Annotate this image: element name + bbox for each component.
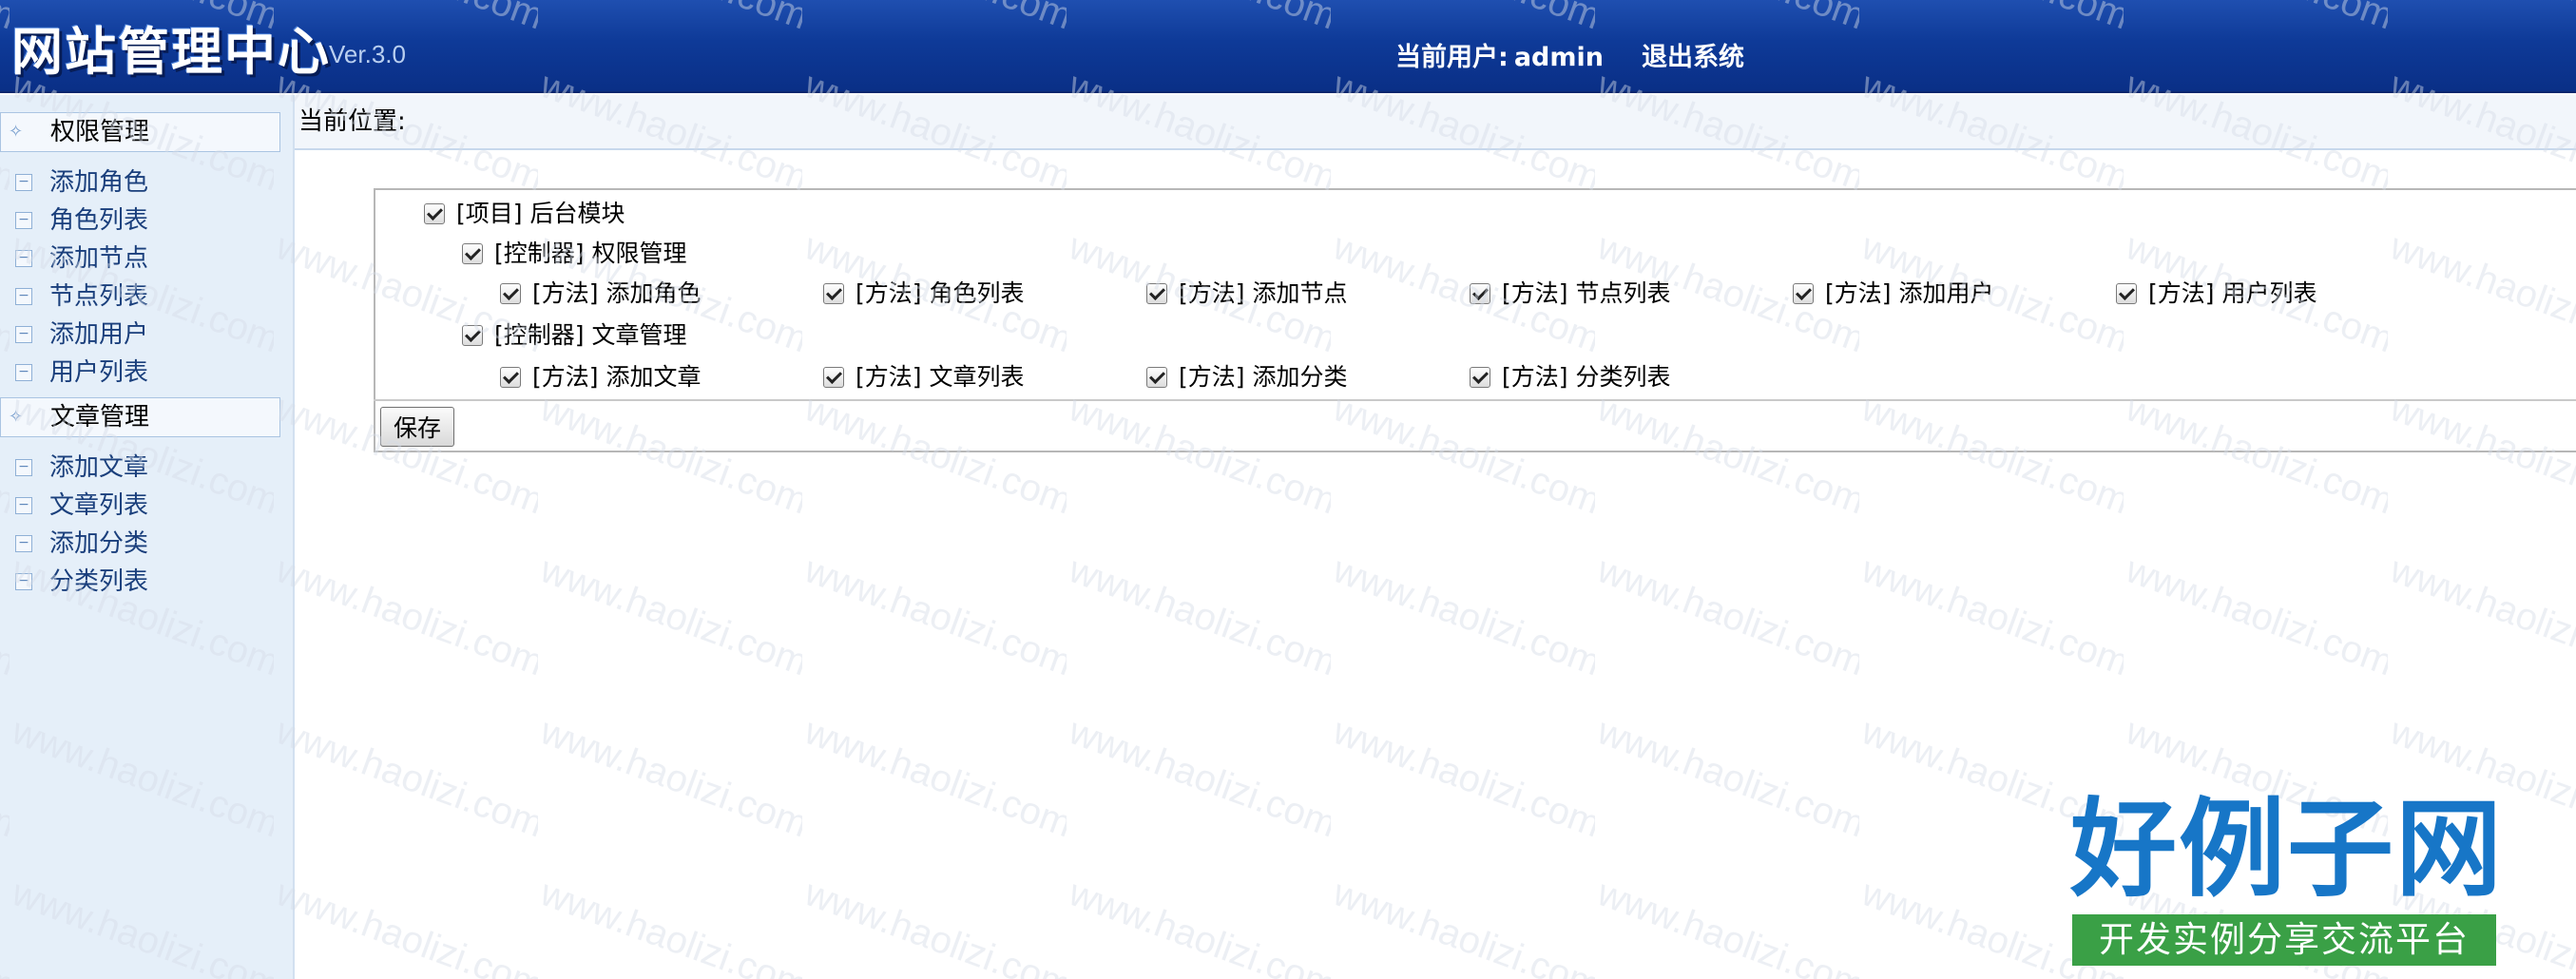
method-item: [方法] 添加分类 [1146,361,1347,394]
method-checkbox[interactable] [1470,283,1490,304]
method-item: [方法] 添加节点 [1146,278,1347,310]
method-item: [方法] 文章列表 [823,361,1024,394]
save-button[interactable]: 保存 [380,407,454,447]
item-box-icon: − [15,535,32,552]
breadcrumb: 当前位置: [295,95,2576,150]
method-checkbox[interactable] [1146,283,1167,304]
method-label: [方法] 添加分类 [1179,363,1348,391]
sidebar-group-label: 权限管理 [50,118,150,146]
sidebar-item-user-list[interactable]: − 用户列表 [0,355,148,390]
method-item: [方法] 分类列表 [1470,361,1670,394]
sidebar-group-article[interactable]: ✧ 文章管理 [0,397,280,437]
item-box-icon: − [15,288,32,305]
site-title: 网站管理中心 [11,21,331,82]
sidebar-item-add-category[interactable]: − 添加分类 [0,527,148,561]
method-checkbox[interactable] [500,367,521,388]
method-label: [方法] 添加文章 [532,363,702,391]
method-checkbox[interactable] [500,283,521,304]
method-label: [方法] 文章列表 [855,363,1025,391]
controller-checkbox[interactable] [462,325,483,346]
sidebar-item-label: 文章列表 [49,491,149,520]
panel-divider [374,399,2576,401]
sidebar-group-label: 文章管理 [50,403,150,432]
permission-panel [374,188,2576,452]
controller-row: [控制器] 文章管理 [462,319,686,352]
sidebar-item-label: 节点列表 [49,282,149,311]
controller-row: [控制器] 权限管理 [462,238,686,270]
current-user: 当前用户: admin [1395,36,1604,73]
method-label: [方法] 添加角色 [532,279,702,307]
sidebar-item-label: 用户列表 [49,358,149,387]
sidebar-item-label: 添加用户 [49,320,149,349]
method-item: [方法] 用户列表 [2116,278,2316,310]
sidebar-item-add-role[interactable]: − 添加角色 [0,165,148,200]
sidebar-item-label: 添加文章 [49,453,149,482]
sidebar-item-node-list[interactable]: − 节点列表 [0,279,148,314]
top-header: 网站管理中心 Ver.3.0 当前用户: admin 退出系统 [0,0,2576,93]
method-item: [方法] 添加用户 [1793,278,1993,310]
controller-label: [控制器] 权限管理 [494,240,687,267]
method-checkbox[interactable] [823,283,844,304]
logo-stamp-subtitle: 开发实例分享交流平台 [2072,914,2496,966]
method-checkbox[interactable] [1793,283,1814,304]
method-label: [方法] 角色列表 [855,279,1025,307]
current-user-label: 当前用户: [1395,43,1509,72]
project-row: [项目] 后台模块 [424,198,625,230]
method-item: [方法] 节点列表 [1470,278,1670,310]
item-box-icon: − [15,326,32,343]
item-box-icon: − [15,364,32,381]
method-checkbox[interactable] [1470,367,1490,388]
item-box-icon: − [15,250,32,267]
sidebar-item-role-list[interactable]: − 角色列表 [0,203,148,238]
method-item: [方法] 添加文章 [500,361,701,394]
method-label: [方法] 分类列表 [1502,363,1671,391]
sidebar-item-add-article[interactable]: − 添加文章 [0,451,148,485]
sidebar-item-category-list[interactable]: − 分类列表 [0,565,148,599]
method-checkbox[interactable] [1146,367,1167,388]
sidebar-group-permission[interactable]: ✧ 权限管理 [0,112,280,152]
method-item: [方法] 添加角色 [500,278,701,310]
sidebar-item-label: 角色列表 [49,206,149,235]
method-item: [方法] 角色列表 [823,278,1024,310]
username: admin [1513,43,1604,72]
logo-stamp-title: 好例子网 [2070,787,2504,912]
controller-label: [控制器] 文章管理 [494,321,687,349]
method-label: [方法] 节点列表 [1502,279,1671,307]
method-label: [方法] 用户列表 [2148,279,2317,307]
item-box-icon: − [15,573,32,590]
method-checkbox[interactable] [2116,283,2137,304]
sidebar-item-article-list[interactable]: − 文章列表 [0,489,148,523]
item-box-icon: − [15,174,32,191]
expand-icon: ✧ [9,122,24,142]
item-box-icon: − [15,459,32,476]
method-label: [方法] 添加用户 [1825,279,1994,307]
sidebar-item-add-user[interactable]: − 添加用户 [0,317,148,352]
project-label: [项目] 后台模块 [456,200,625,227]
sidebar-item-label: 添加角色 [49,168,149,197]
sidebar-item-label: 添加节点 [49,244,149,273]
sidebar-item-label: 添加分类 [49,529,149,558]
method-label: [方法] 添加节点 [1179,279,1348,307]
expand-icon: ✧ [9,407,24,427]
project-checkbox[interactable] [424,203,445,224]
sidebar-item-label: 分类列表 [49,567,149,596]
item-box-icon: − [15,497,32,514]
logout-link[interactable]: 退出系统 [1642,36,1744,73]
controller-checkbox[interactable] [462,243,483,264]
sidebar-item-add-node[interactable]: − 添加节点 [0,241,148,276]
item-box-icon: − [15,212,32,229]
version-label: Ver.3.0 [329,40,406,68]
method-checkbox[interactable] [823,367,844,388]
sidebar: ✧ 权限管理 − 添加角色 − 角色列表 − 添加节点 − 节点列表 − 添加用户 − 用户… [0,95,295,979]
